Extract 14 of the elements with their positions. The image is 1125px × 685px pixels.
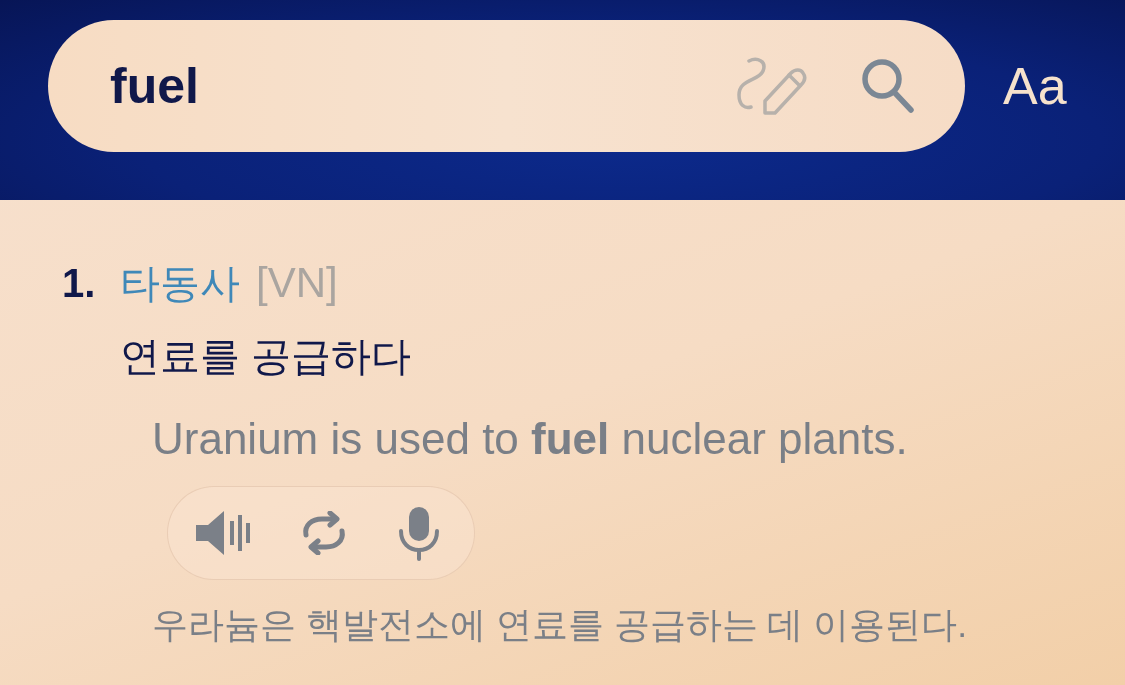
search-input[interactable]: fuel	[110, 56, 735, 116]
example-sentence: Uranium is used to fuel nuclear plants.	[152, 414, 908, 464]
search-icon[interactable]	[861, 58, 915, 114]
handwriting-icon[interactable]	[735, 55, 807, 117]
sense-meaning: 연료를 공급하다	[120, 333, 412, 380]
repeat-icon[interactable]	[300, 511, 348, 555]
search-field[interactable]: fuel	[48, 20, 965, 152]
part-of-speech: 타동사	[120, 260, 240, 307]
example-translation: 우라늄은 핵발전소에 연료를 공급하는 데 이용된다.	[152, 604, 968, 647]
sense-number: 1.	[62, 261, 97, 306]
speaker-icon[interactable]	[194, 509, 250, 557]
font-size-button[interactable]: Aa	[1003, 64, 1067, 108]
verb-pattern: [VN]	[256, 259, 338, 307]
microphone-icon[interactable]	[398, 505, 440, 561]
